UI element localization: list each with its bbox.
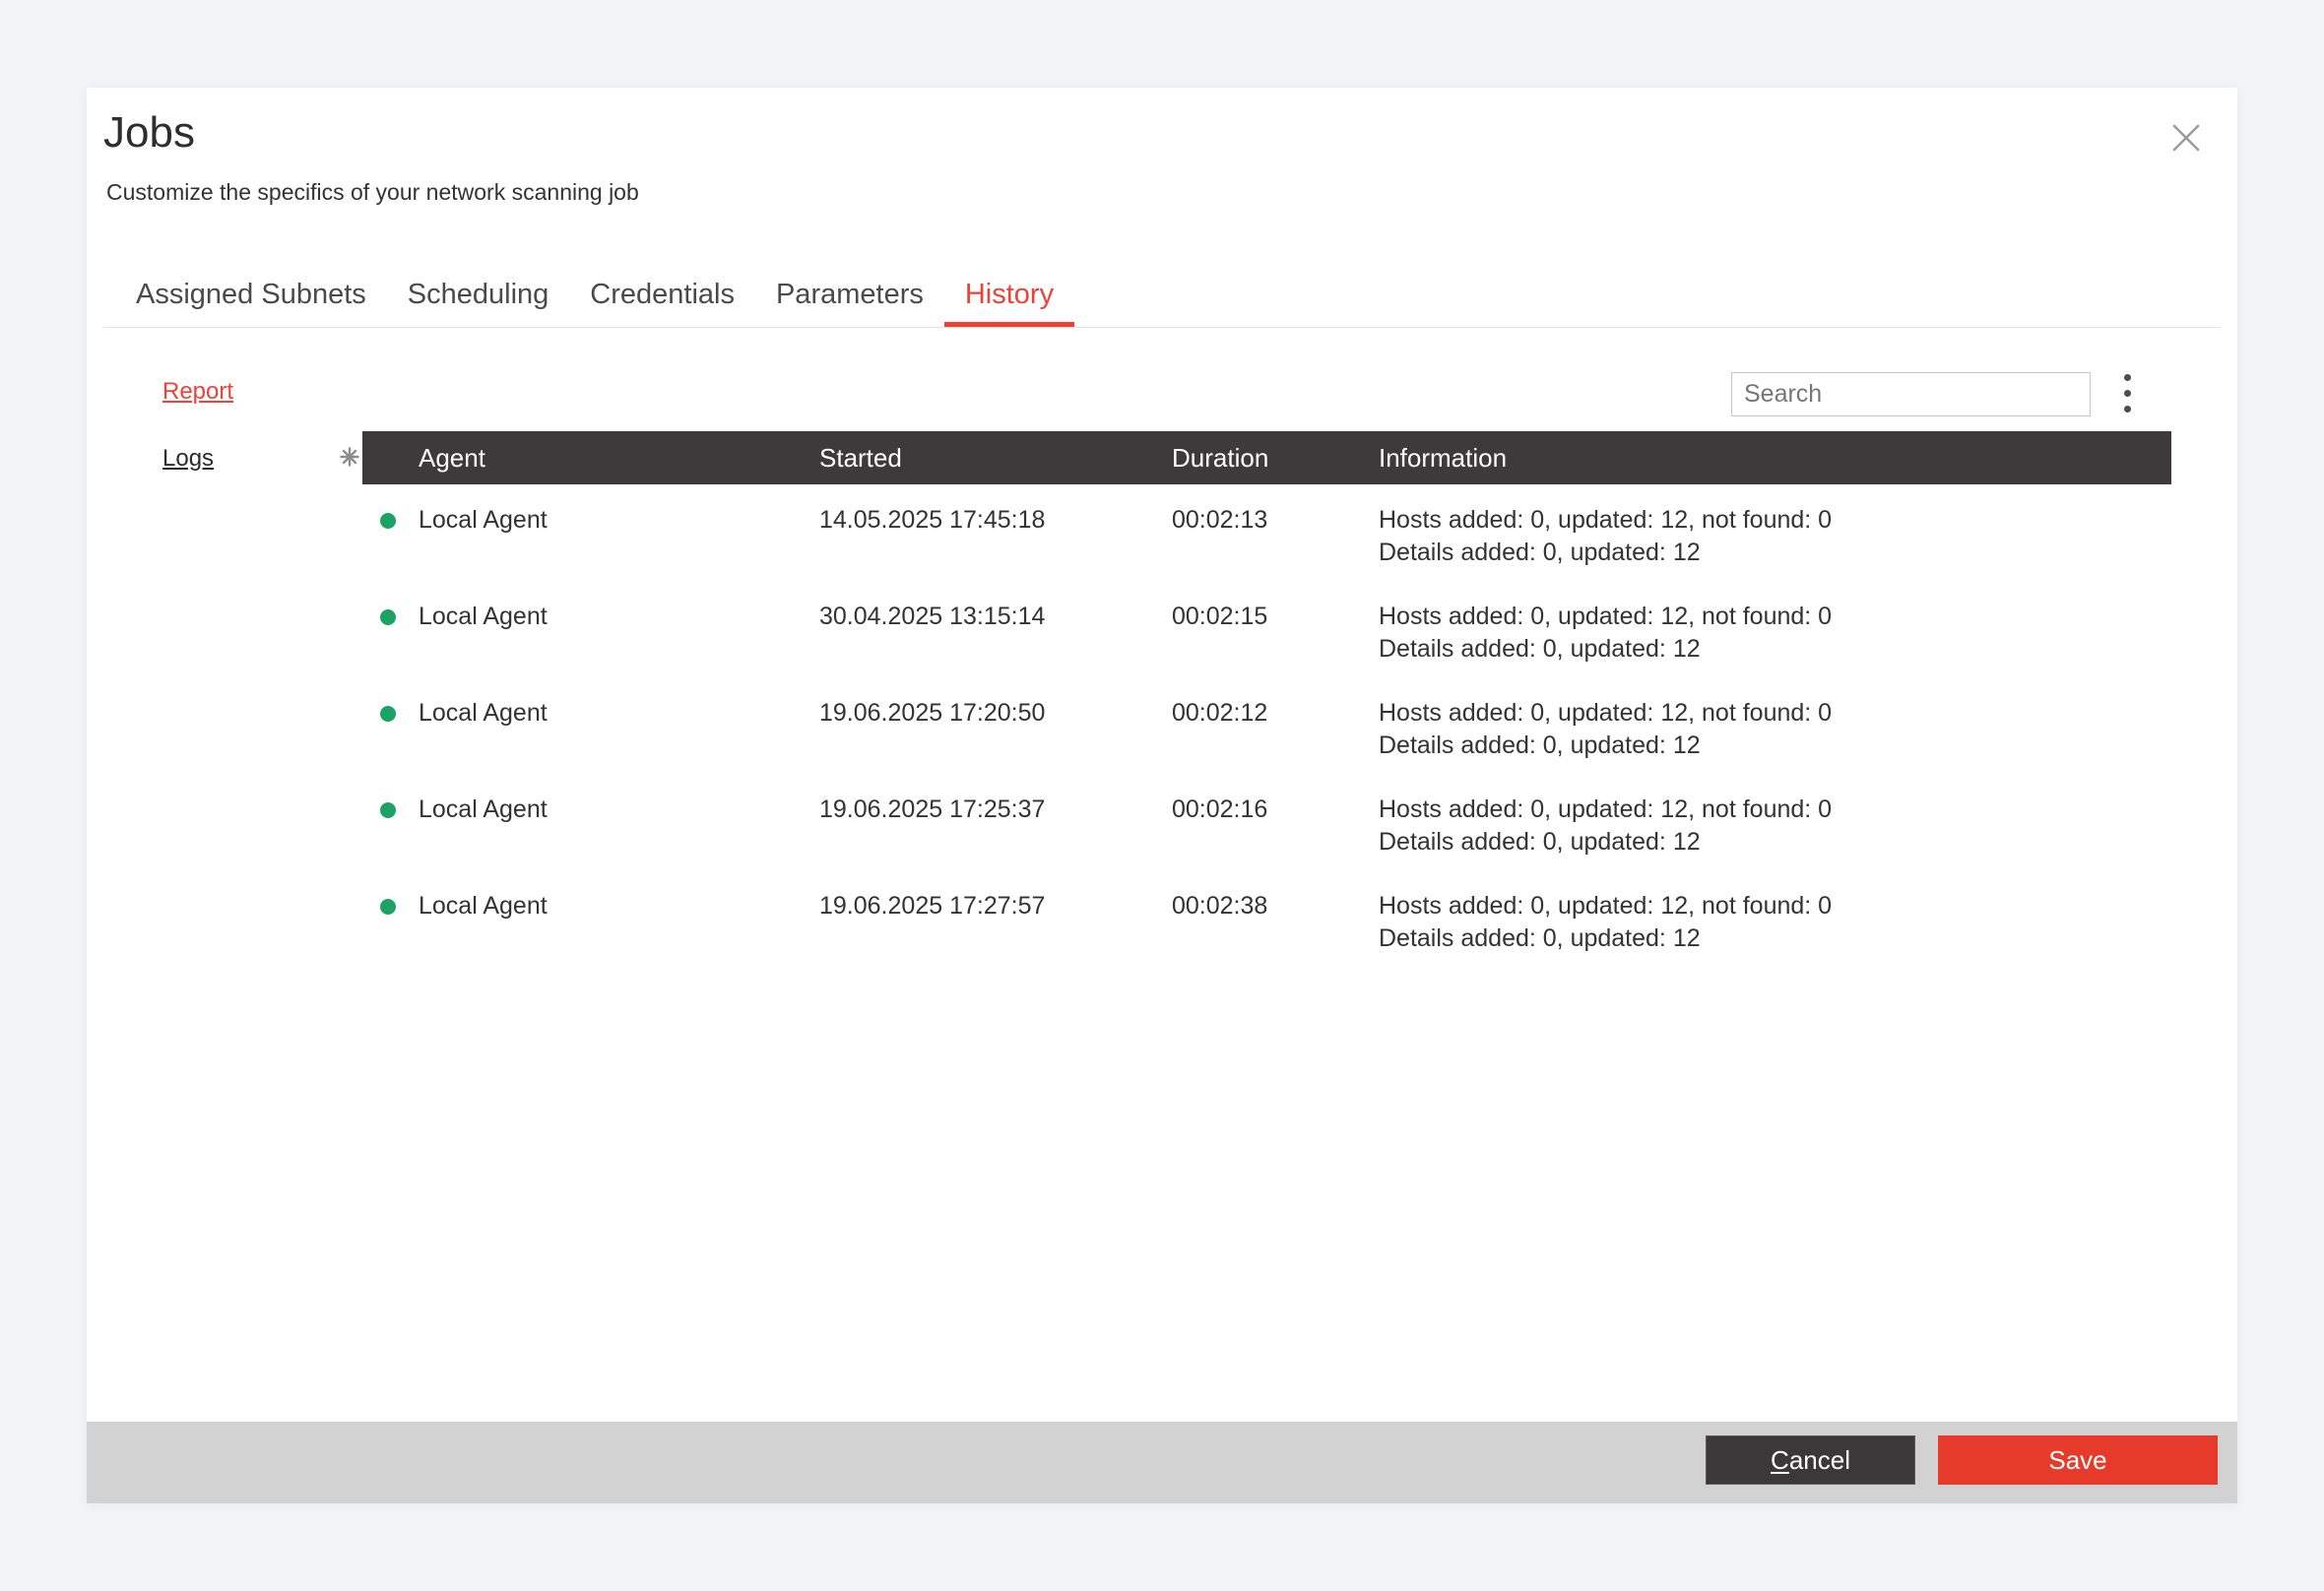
duration-cell: 00:02:15	[1172, 601, 1379, 677]
search-input[interactable]	[1731, 372, 2091, 416]
info-line-2: Details added: 0, updated: 12	[1379, 633, 2171, 666]
agent-name: Local Agent	[419, 504, 548, 537]
status-dot-icon	[380, 802, 396, 818]
info-line-1: Hosts added: 0, updated: 12, not found: …	[1379, 794, 2171, 826]
status-dot-icon	[380, 609, 396, 625]
info-cell: Hosts added: 0, updated: 12, not found: …	[1379, 794, 2171, 870]
status-dot-icon	[380, 706, 396, 722]
status-dot-icon	[380, 899, 396, 915]
duration-cell: 00:02:16	[1172, 794, 1379, 870]
tab-divider	[103, 327, 2221, 328]
info-line-1: Hosts added: 0, updated: 12, not found: …	[1379, 504, 2171, 537]
jobs-dialog: Jobs Customize the specifics of your net…	[87, 88, 2237, 1503]
info-line-1: Hosts added: 0, updated: 12, not found: …	[1379, 890, 2171, 923]
column-header-information[interactable]: Information	[1379, 431, 2171, 484]
logs-link[interactable]: Logs	[162, 446, 214, 472]
agent-cell: Local Agent	[362, 794, 819, 826]
column-header-started[interactable]: Started	[819, 431, 1172, 484]
kebab-menu-button[interactable]	[2107, 369, 2147, 416]
page-title: Jobs	[103, 109, 195, 157]
table-row[interactable]: Local Agent 14.05.2025 17:45:18 00:02:13…	[362, 484, 2171, 581]
kebab-menu-icon	[2124, 406, 2131, 413]
column-header-duration[interactable]: Duration	[1172, 431, 1379, 484]
info-cell: Hosts added: 0, updated: 12, not found: …	[1379, 504, 2171, 581]
status-dot-icon	[380, 513, 396, 529]
agent-cell: Local Agent	[362, 504, 819, 537]
table-row[interactable]: Local Agent 19.06.2025 17:25:37 00:02:16…	[362, 774, 2171, 870]
table-row[interactable]: Local Agent 30.04.2025 13:15:14 00:02:15…	[362, 581, 2171, 677]
footer-bar: Cancel Save	[87, 1422, 2237, 1503]
table-row[interactable]: Local Agent 19.06.2025 17:27:57 00:02:38…	[362, 870, 2171, 967]
started-cell: 19.06.2025 17:27:57	[819, 890, 1172, 967]
table-header: Agent Started Duration Information	[362, 431, 2171, 484]
tab-bar: Assigned Subnets Scheduling Credentials …	[115, 271, 1074, 328]
tab-assigned-subnets[interactable]: Assigned Subnets	[115, 271, 387, 328]
info-cell: Hosts added: 0, updated: 12, not found: …	[1379, 697, 2171, 774]
agent-name: Local Agent	[419, 890, 548, 923]
close-button[interactable]	[2161, 112, 2212, 163]
tab-credentials[interactable]: Credentials	[569, 271, 755, 328]
tab-scheduling[interactable]: Scheduling	[387, 271, 570, 328]
duration-cell: 00:02:38	[1172, 890, 1379, 967]
info-line-2: Details added: 0, updated: 12	[1379, 923, 2171, 955]
started-cell: 19.06.2025 17:25:37	[819, 794, 1172, 870]
save-button[interactable]: Save	[1938, 1435, 2218, 1485]
kebab-menu-icon	[2124, 374, 2131, 381]
table-row[interactable]: Local Agent 19.06.2025 17:20:50 00:02:12…	[362, 677, 2171, 774]
info-line-1: Hosts added: 0, updated: 12, not found: …	[1379, 697, 2171, 730]
table-body: Local Agent 14.05.2025 17:45:18 00:02:13…	[362, 484, 2171, 967]
info-line-1: Hosts added: 0, updated: 12, not found: …	[1379, 601, 2171, 633]
report-link[interactable]: Report	[162, 379, 233, 405]
agent-cell: Local Agent	[362, 697, 819, 730]
asterisk-icon[interactable]	[339, 446, 360, 468]
close-icon	[2171, 123, 2201, 153]
info-cell: Hosts added: 0, updated: 12, not found: …	[1379, 601, 2171, 677]
started-cell: 30.04.2025 13:15:14	[819, 601, 1172, 677]
column-header-agent[interactable]: Agent	[362, 431, 819, 484]
agent-cell: Local Agent	[362, 890, 819, 923]
tab-history[interactable]: History	[944, 271, 1074, 328]
info-cell: Hosts added: 0, updated: 12, not found: …	[1379, 890, 2171, 967]
kebab-menu-icon	[2124, 390, 2131, 397]
started-cell: 19.06.2025 17:20:50	[819, 697, 1172, 774]
history-table: Agent Started Duration Information Local…	[362, 431, 2171, 967]
agent-name: Local Agent	[419, 601, 548, 633]
agent-name: Local Agent	[419, 794, 548, 826]
info-line-2: Details added: 0, updated: 12	[1379, 730, 2171, 762]
page-subtitle: Customize the specifics of your network …	[106, 178, 639, 206]
info-line-2: Details added: 0, updated: 12	[1379, 826, 2171, 859]
tab-parameters[interactable]: Parameters	[755, 271, 944, 328]
info-line-2: Details added: 0, updated: 12	[1379, 537, 2171, 569]
started-cell: 14.05.2025 17:45:18	[819, 504, 1172, 581]
agent-name: Local Agent	[419, 697, 548, 730]
duration-cell: 00:02:12	[1172, 697, 1379, 774]
agent-cell: Local Agent	[362, 601, 819, 633]
cancel-button[interactable]: Cancel	[1706, 1435, 1915, 1485]
duration-cell: 00:02:13	[1172, 504, 1379, 581]
